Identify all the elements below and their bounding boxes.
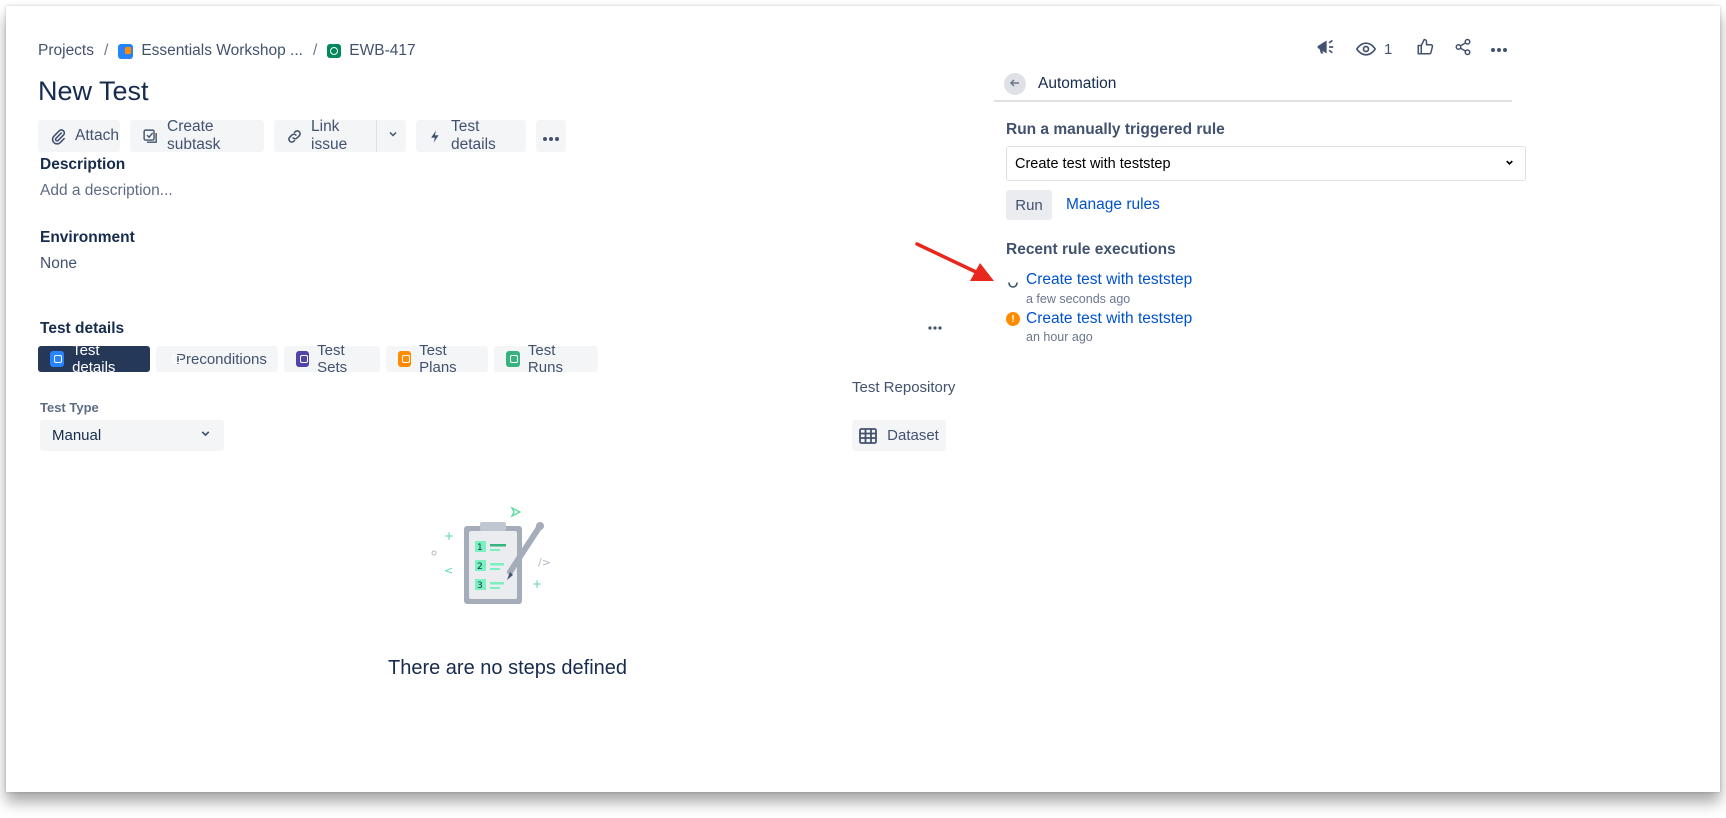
attach-button[interactable]: Attach [38, 120, 120, 152]
svg-text:1: 1 [477, 543, 483, 553]
link-issue-group: Link issue [274, 118, 406, 153]
panel-divider [994, 100, 1512, 102]
more-horizontal-icon [1490, 40, 1508, 58]
empty-steps-illustration: + < /> + 1 2 3 [428, 504, 558, 615]
test-details-label: Test details [451, 118, 496, 153]
svg-text:3: 3 [477, 581, 483, 591]
arrow-left-icon [1009, 76, 1021, 92]
like-button[interactable] [1416, 36, 1434, 62]
description-label: Description [40, 156, 126, 173]
tab-test-runs[interactable]: Test Runs [494, 342, 598, 376]
paperclip-icon [50, 128, 67, 145]
annotation-arrow-icon [914, 240, 998, 291]
run-rule-label: Run a manually triggered rule [1006, 121, 1225, 138]
execution-link[interactable]: Create test with teststep [1026, 310, 1192, 328]
more-horizontal-icon [542, 126, 560, 147]
test-plans-icon [398, 351, 412, 367]
watchers-count: 1 [1384, 40, 1393, 58]
tab-label: Test Plans [419, 342, 457, 376]
subtask-icon [142, 128, 159, 145]
more-horizontal-icon [928, 318, 942, 335]
test-details-heading: Test details [40, 320, 125, 337]
run-button[interactable]: Run [1006, 190, 1052, 220]
tab-label: Test details [72, 342, 116, 376]
link-issue-dropdown[interactable] [376, 120, 406, 152]
feedback-button[interactable] [1312, 36, 1338, 62]
warning-icon: ! [1006, 312, 1020, 326]
table-icon [859, 427, 878, 444]
breadcrumb-project-name: Essentials Workshop ... [141, 42, 303, 59]
test-repository-link[interactable]: Test Repository [852, 379, 955, 396]
lightning-icon [428, 128, 443, 145]
test-issue-icon [327, 44, 342, 58]
environment-value[interactable]: None [40, 255, 77, 273]
issue-toolbar: Attach Create subtask Link issue Test de… [38, 118, 566, 153]
recent-executions-label: Recent rule executions [1006, 241, 1176, 258]
tab-label: Preconditions [176, 350, 267, 368]
rule-select-value: Create test with teststep [1015, 155, 1171, 172]
svg-text:/>: /> [538, 556, 551, 569]
chevron-down-icon [199, 427, 212, 444]
breadcrumb: Projects / Essentials Workshop ... / EWB… [38, 42, 416, 60]
tab-test-sets[interactable]: Test Sets [284, 342, 380, 376]
test-tabs: Test details Preconditions Test Sets Tes… [38, 342, 598, 376]
thumbs-up-icon [1416, 38, 1434, 61]
rule-select[interactable]: Create test with teststep [1006, 146, 1526, 181]
issue-actions: 1 [1312, 36, 1508, 62]
list-icon [50, 351, 65, 367]
test-type-value: Manual [52, 427, 102, 444]
test-type-label: Test Type [40, 400, 99, 415]
automation-header: Automation [1004, 73, 1116, 95]
link-issue-button[interactable]: Link issue [274, 118, 376, 153]
breadcrumb-issue[interactable]: EWB-417 [327, 42, 416, 60]
more-actions-button[interactable] [536, 120, 566, 152]
test-details-button[interactable]: Test details [416, 118, 526, 153]
test-type-select[interactable]: Manual [40, 420, 224, 451]
test-runs-icon [506, 351, 520, 367]
tab-test-plans[interactable]: Test Plans [386, 342, 488, 376]
create-subtask-label: Create subtask [167, 118, 221, 153]
breadcrumb-separator: / [312, 42, 318, 59]
execution-time: a few seconds ago [1026, 292, 1131, 306]
test-details-more-button[interactable] [928, 318, 942, 336]
back-button[interactable] [1004, 73, 1026, 95]
empty-steps-message: There are no steps defined [388, 657, 628, 679]
breadcrumb-issue-key: EWB-417 [349, 42, 416, 59]
environment-label: Environment [40, 229, 135, 246]
execution-link[interactable]: Create test with teststep [1026, 271, 1192, 289]
breadcrumb-separator: / [104, 42, 109, 59]
watch-button[interactable]: 1 [1356, 36, 1392, 62]
more-button[interactable] [1490, 36, 1508, 62]
chevron-down-icon [387, 127, 399, 145]
attach-label: Attach [75, 127, 119, 144]
manage-rules-link[interactable]: Manage rules [1066, 196, 1160, 214]
test-sets-icon [296, 351, 310, 367]
execution-time: an hour ago [1026, 330, 1093, 344]
link-issue-label: Link issue [311, 118, 348, 153]
project-icon [118, 43, 134, 59]
eye-icon [1356, 42, 1376, 56]
tab-preconditions[interactable]: Preconditions [156, 346, 278, 372]
svg-text:2: 2 [477, 562, 483, 572]
share-icon [1454, 38, 1472, 61]
breadcrumb-projects[interactable]: Projects [38, 42, 94, 60]
automation-title: Automation [1038, 75, 1117, 92]
share-button[interactable] [1454, 36, 1472, 62]
description-field[interactable]: Add a description... [40, 182, 173, 200]
tab-label: Test Sets [317, 342, 348, 376]
svg-text:<: < [444, 564, 453, 577]
dataset-button[interactable]: Dataset [852, 420, 946, 451]
svg-text:+: + [532, 577, 542, 591]
spinner-icon [1007, 275, 1019, 294]
dataset-label: Dataset [887, 427, 939, 444]
tab-test-details[interactable]: Test details [38, 342, 150, 376]
svg-text:+: + [444, 529, 454, 543]
chevron-down-icon [1504, 156, 1515, 172]
link-icon [286, 128, 303, 145]
megaphone-icon [1315, 38, 1335, 61]
page-title[interactable]: New Test [38, 76, 149, 107]
tab-label: Test Runs [527, 342, 563, 376]
create-subtask-button[interactable]: Create subtask [130, 118, 264, 153]
breadcrumb-project[interactable]: Essentials Workshop ... [118, 42, 303, 60]
